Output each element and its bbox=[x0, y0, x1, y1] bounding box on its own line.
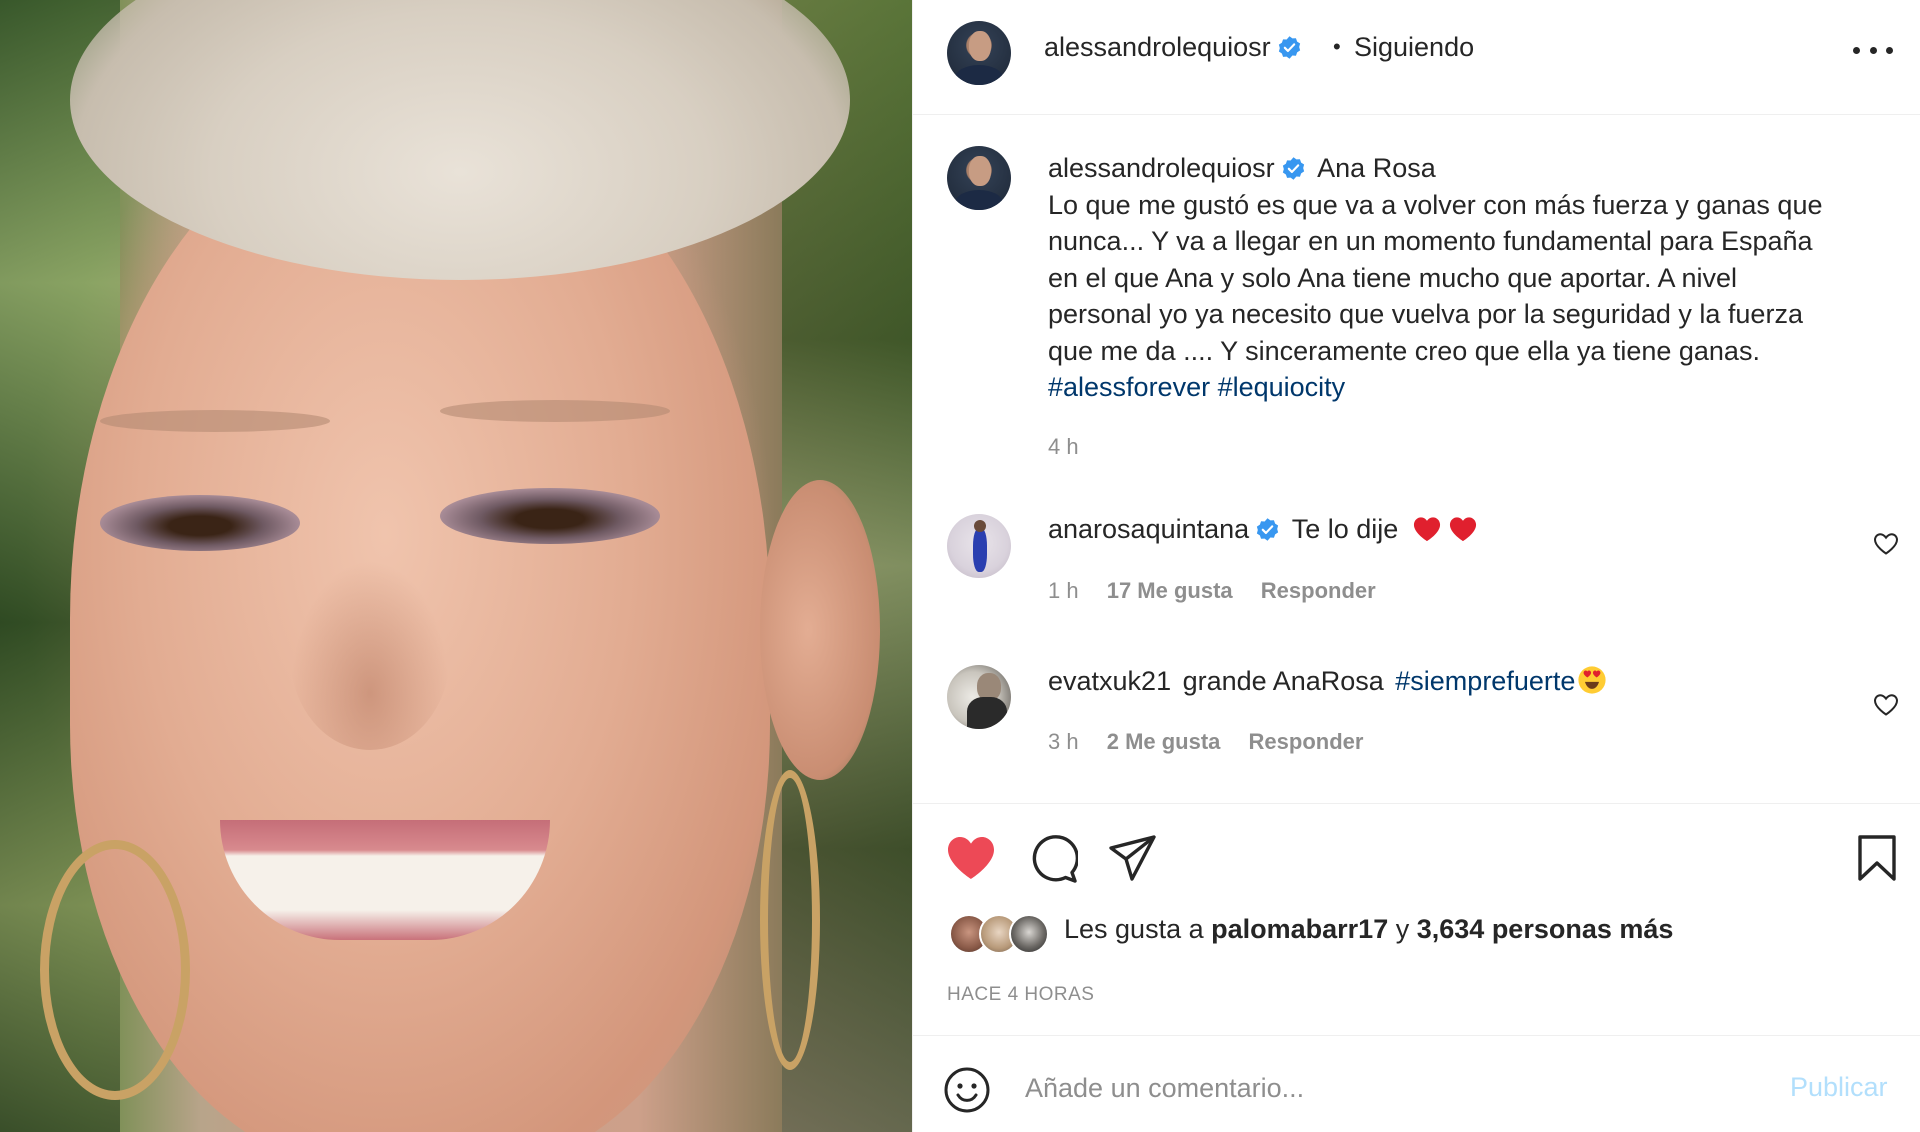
follow-status-button[interactable]: Siguiendo bbox=[1354, 32, 1474, 63]
verified-badge-icon bbox=[1282, 157, 1304, 180]
comment-meta: 3 h 2 Me gusta Responder bbox=[1048, 729, 1385, 755]
comment-text-row: anarosaquintana Te lo dije bbox=[1048, 514, 1478, 545]
header-username-row: alessandrolequiosr bbox=[1044, 32, 1302, 63]
reply-button[interactable]: Responder bbox=[1249, 729, 1364, 754]
reply-button[interactable]: Responder bbox=[1261, 578, 1376, 603]
caption-mention: Ana Rosa bbox=[1317, 153, 1436, 183]
photo-right-earring bbox=[760, 770, 820, 1070]
caption-line: que me da .... Y sinceramente creo que e… bbox=[1048, 335, 1760, 366]
photo-left-earring bbox=[40, 840, 190, 1100]
post-photo[interactable] bbox=[0, 0, 912, 1132]
post-side-panel: alessandrolequiosr • Siguiendo alessandr… bbox=[912, 0, 1920, 1132]
likes-prefix: Les gusta a bbox=[1064, 914, 1204, 944]
caption-line: en el que Ana y solo Ana tiene mucho que… bbox=[1048, 262, 1738, 293]
comment-item: anarosaquintana Te lo dije 1 h 17 Me gus… bbox=[913, 514, 1920, 634]
likes-joiner: y bbox=[1395, 914, 1410, 944]
like-comment-heart-icon[interactable] bbox=[1873, 693, 1899, 717]
verified-badge-icon bbox=[1257, 518, 1279, 541]
avatar-figure bbox=[967, 697, 1007, 729]
hashtag-link[interactable]: #siemprefuerte bbox=[1395, 666, 1575, 696]
hashtag-link[interactable]: #lequiocity bbox=[1218, 372, 1346, 402]
caption-first-line: alessandrolequiosr Ana Rosa bbox=[1048, 150, 1868, 187]
likes-summary: Les gusta a palomabarr17 y 3,634 persona… bbox=[1064, 914, 1673, 945]
more-dot bbox=[1853, 46, 1860, 54]
avatar-head bbox=[969, 156, 991, 186]
post-time-ago[interactable]: HACE 4 HORAS bbox=[947, 984, 1094, 1006]
caption-line: personal yo ya necesito que vuelva por l… bbox=[1048, 299, 1803, 329]
like-comment-heart-icon[interactable] bbox=[1873, 532, 1899, 556]
comment-body: grande AnaRosa bbox=[1182, 666, 1384, 696]
comment-likes[interactable]: 2 Me gusta bbox=[1107, 729, 1221, 754]
bookmark-icon[interactable] bbox=[1856, 834, 1898, 882]
comment-icon[interactable] bbox=[1028, 834, 1078, 884]
author-avatar[interactable] bbox=[947, 21, 1011, 85]
comment-time[interactable]: 1 h bbox=[1048, 578, 1079, 603]
heart-eyes-emoji-icon bbox=[1578, 666, 1606, 694]
likes-count-link[interactable]: 3,634 personas más bbox=[1417, 914, 1674, 944]
caption-line: Lo que me gustó es que va a volver con m… bbox=[1048, 189, 1823, 220]
avatar-shirt bbox=[955, 190, 1003, 210]
avatar-shirt bbox=[955, 65, 1003, 85]
comment-item: evatxuk21 grande AnaRosa #siemprefuerte … bbox=[913, 665, 1920, 785]
caption-timestamp[interactable]: 4 h bbox=[1048, 434, 1079, 460]
liker-avatar bbox=[1009, 914, 1049, 954]
comment-body: Te lo dije bbox=[1291, 514, 1399, 544]
caption-line: nunca... Y va a llegar en un momento fun… bbox=[1048, 226, 1813, 256]
photo-left-brow bbox=[100, 410, 330, 432]
publish-button[interactable]: Publicar bbox=[1790, 1072, 1888, 1103]
post-header: alessandrolequiosr • Siguiendo bbox=[913, 0, 1920, 115]
comment-username[interactable]: evatxuk21 bbox=[1048, 666, 1171, 696]
red-heart-emoji-icon bbox=[1413, 517, 1440, 542]
header-username[interactable]: alessandrolequiosr bbox=[1044, 32, 1271, 62]
more-dot bbox=[1886, 46, 1893, 54]
photo-ear bbox=[760, 480, 880, 780]
comment-meta: 1 h 17 Me gusta Responder bbox=[1048, 578, 1398, 604]
caption-body: alessandrolequiosr Ana Rosa Lo que me gu… bbox=[1048, 150, 1868, 406]
caption-hashtags: #alessforever #lequiocity bbox=[1048, 369, 1868, 406]
photo-right-brow bbox=[440, 400, 670, 422]
avatar-figure-head bbox=[974, 520, 986, 532]
header-separator: • bbox=[1333, 34, 1341, 59]
commenter-avatar[interactable] bbox=[947, 665, 1011, 729]
comment-time[interactable]: 3 h bbox=[1048, 729, 1079, 754]
avatar-head bbox=[969, 31, 991, 61]
caption-username[interactable]: alessandrolequiosr bbox=[1048, 153, 1275, 183]
photo-nose bbox=[290, 560, 450, 750]
caption-avatar[interactable] bbox=[947, 146, 1011, 210]
hashtag-link[interactable]: #alessforever bbox=[1048, 372, 1210, 402]
comment-text-row: evatxuk21 grande AnaRosa #siemprefuerte bbox=[1048, 665, 1607, 697]
comment-username[interactable]: anarosaquintana bbox=[1048, 514, 1249, 544]
smiley-icon[interactable] bbox=[943, 1066, 991, 1114]
paper-plane-icon[interactable] bbox=[1108, 834, 1158, 882]
commenter-avatar[interactable] bbox=[947, 514, 1011, 578]
more-options-icon[interactable] bbox=[1853, 40, 1893, 60]
add-comment-bar: Publicar bbox=[913, 1035, 1920, 1132]
photo-left-eye bbox=[100, 495, 300, 551]
post-actions: Les gusta a palomabarr17 y 3,634 persona… bbox=[913, 803, 1920, 1035]
likers-avatars[interactable] bbox=[949, 914, 1049, 958]
photo-right-eye bbox=[440, 488, 660, 544]
verified-badge-icon bbox=[1278, 36, 1300, 59]
comment-input[interactable] bbox=[1025, 1060, 1725, 1116]
avatar-figure bbox=[973, 528, 987, 572]
comment-likes[interactable]: 17 Me gusta bbox=[1107, 578, 1233, 603]
more-dot bbox=[1869, 46, 1877, 54]
liker-username[interactable]: palomabarr17 bbox=[1211, 914, 1388, 944]
heart-filled-icon[interactable] bbox=[945, 834, 997, 882]
red-heart-emoji-icon bbox=[1449, 517, 1476, 542]
